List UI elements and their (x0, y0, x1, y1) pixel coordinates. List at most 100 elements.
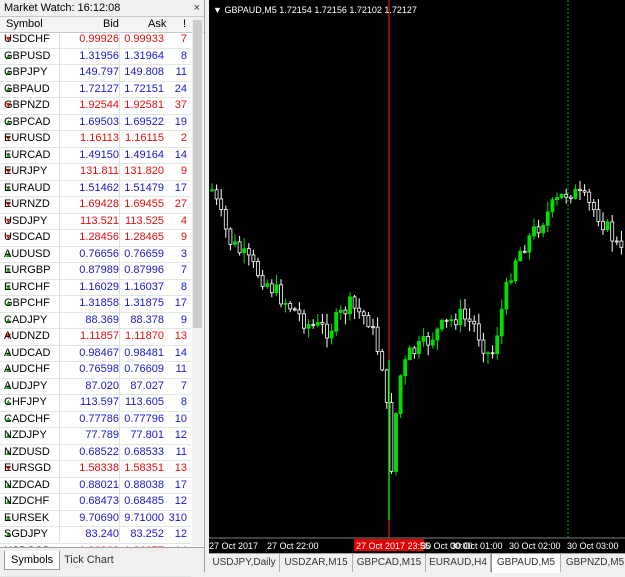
symbol-row[interactable]: ▲ AUDJPY 87.020 87.027 7 (0, 379, 191, 395)
symbol-row[interactable]: ▲ GBPCHF 1.31858 1.31875 17 (0, 296, 191, 313)
ask-price: 83.252 (130, 528, 164, 540)
candle-body (352, 296, 357, 309)
candlestick-chart[interactable]: 27 Oct 2017 27 Oct 22:00 27 Oct 2017 23:55… (209, 0, 625, 553)
symbol-row[interactable]: ▼ EURUSD 1.16113 1.16115 2 (0, 131, 191, 148)
candle-body (532, 226, 536, 237)
symbol-row[interactable]: ▲ NZDCHF 0.68473 0.68485 12 (0, 494, 191, 511)
symbol-row[interactable]: ▲ GBPAUD 1.72127 1.72151 24 (0, 82, 191, 98)
spread-value: 24 (174, 82, 187, 95)
ask-price: 1.31875 (124, 297, 164, 309)
spread-value: 17 (174, 181, 187, 194)
chart-tab[interactable]: GBPAUD,M5 (491, 554, 561, 573)
chart-tab[interactable]: GBPCAD,M15 (353, 554, 426, 572)
column-bid[interactable]: Bid (103, 17, 119, 32)
symbol-row[interactable]: ▲ SGDJPY 83.240 83.252 12 (0, 527, 191, 544)
spread-value: 13 (174, 462, 187, 474)
ask-price: 0.76609 (124, 363, 164, 375)
ask-price: 87.027 (130, 379, 164, 392)
spread-value: 11 (175, 66, 187, 78)
ask-price: 1.72151 (124, 82, 164, 95)
ask-price: 0.68533 (124, 445, 164, 458)
candle-body (233, 241, 237, 245)
symbol-row[interactable]: ▲ CADCHF 0.77786 0.77796 10 (0, 412, 191, 428)
symbol-name: EURAUD (4, 181, 51, 194)
symbol-row[interactable]: ▲ CHFJPY 113.597 113.605 8 (0, 395, 191, 412)
candle-body (440, 319, 444, 330)
column-symbol[interactable]: Symbol (6, 17, 43, 32)
time-label: 27 Oct 22:00 (267, 541, 319, 551)
candle-body (306, 324, 311, 329)
candle-body (518, 250, 523, 262)
candle-body (605, 221, 610, 231)
candle-body (536, 226, 541, 234)
chart-tab[interactable]: USDZAR,M15 (280, 554, 353, 572)
candle-body (219, 198, 224, 210)
spread-value: 310 (168, 511, 187, 524)
candle-body (555, 197, 559, 201)
symbol-row[interactable]: ▲ AUDCAD 0.98467 0.98481 14 (0, 346, 191, 362)
candle-body (504, 281, 509, 310)
chart-tab[interactable]: EURAUD,H4 (426, 554, 491, 572)
candle-body (394, 413, 398, 472)
symbol-row[interactable]: ▼ USDCHF 0.99926 0.99933 7 (0, 32, 191, 49)
candle-body (435, 328, 440, 341)
symbol-row[interactable]: ▼ EURJPY 131.811 131.820 9 (0, 164, 191, 181)
symbol-row[interactable]: ▲ CADJPY 88.369 88.378 9 (0, 313, 191, 329)
spread-value: 3 (180, 247, 187, 260)
scrollbar-thumb[interactable] (193, 20, 202, 328)
symbol-row[interactable]: ▲ EURSEK 9.70690 9.71000 310 (0, 511, 191, 527)
symbol-row[interactable]: ▲ AUDCHF 0.76598 0.76609 11 (0, 362, 191, 379)
symbol-row[interactable]: ▼ GBPNZD 1.92544 1.92581 37 (0, 98, 191, 115)
ask-price: 1.92581 (124, 99, 164, 111)
chart-tabs: USDJPY,Daily USDZAR,M15 GBPCAD,M15 EURAUD,H… (209, 553, 625, 573)
symbol-row[interactable]: ▲ EURCAD 1.49150 1.49164 14 (0, 148, 191, 164)
symbol-row[interactable]: ▼ AUDNZD 1.11857 1.11870 13 (0, 329, 191, 346)
bid-price: 0.68522 (79, 445, 119, 458)
symbol-row[interactable]: ▼ EURSGD 1.58338 1.58351 13 (0, 461, 191, 478)
column-ask[interactable]: Ask (148, 17, 166, 32)
symbol-row[interactable]: ▲ GBPCAD 1.69503 1.69522 19 (0, 115, 191, 131)
symbol-row[interactable]: ▼ USDCAD 1.28456 1.28465 9 (0, 230, 191, 247)
candle-body (412, 347, 417, 355)
symbol-row[interactable]: ▼ USDJPY 113.521 113.525 4 (0, 214, 191, 230)
symbol-row[interactable]: ▲ GBPUSD 1.31956 1.31964 8 (0, 49, 191, 65)
candle-body (568, 196, 573, 199)
candle-body (509, 280, 513, 283)
tab-tick-chart[interactable]: Tick Chart (58, 551, 120, 569)
price-chart[interactable]: 27 Oct 2017 27 Oct 22:00 27 Oct 2017 23:55… (209, 0, 625, 553)
ask-price: 0.99933 (124, 33, 164, 45)
symbol-row[interactable]: ▲ EURCHF 1.16029 1.16037 8 (0, 280, 191, 296)
symbol-row[interactable]: ▲ GBPJPY 149.797 149.808 11 (0, 65, 191, 82)
symbol-row[interactable]: ▲ NZDJPY 77.789 77.801 12 (0, 428, 191, 445)
symbol-row[interactable]: ▲ EURGBP 0.87989 0.87996 7 (0, 263, 191, 280)
spread-value: 37 (174, 99, 187, 111)
candle-body (292, 308, 297, 311)
symbol-row[interactable]: ▲ AUDUSD 0.76656 0.76659 3 (0, 247, 191, 263)
candle-body (614, 240, 619, 243)
ask-price: 131.820 (124, 165, 164, 177)
bid-price: 0.76656 (79, 247, 119, 260)
symbol-row[interactable]: ▼ EURNZD 1.69428 1.69455 27 (0, 197, 191, 214)
symbol-row[interactable]: ▲ NZDCAD 0.88021 0.88038 17 (0, 478, 191, 494)
scrollbar[interactable] (192, 18, 203, 546)
candle-body (242, 248, 247, 254)
tab-symbols[interactable]: Symbols (4, 551, 61, 570)
market-watch-header: Symbol Bid Ask ! (0, 17, 204, 33)
column-spread[interactable]: ! (183, 17, 186, 32)
symbol-name: GBPUSD (4, 49, 51, 62)
chart-tab[interactable]: GBPNZD,M5 (560, 554, 625, 572)
symbol-row[interactable]: ▲ NZDUSD 0.68522 0.68533 11 (0, 445, 191, 461)
chart-dropdown-icon[interactable]: ▼ (213, 5, 222, 15)
close-icon[interactable]: × (194, 0, 200, 16)
bid-price: 87.020 (85, 379, 119, 392)
time-label: 30 Oct 02:00 (509, 541, 561, 551)
ask-price: 1.11870 (125, 330, 164, 342)
candle-body (453, 319, 458, 326)
candle-body (591, 202, 596, 211)
time-label: 27 Oct 2017 (209, 541, 258, 551)
ask-price: 1.16037 (124, 280, 164, 293)
symbol-row[interactable]: ▲ EURAUD 1.51462 1.51479 17 (0, 181, 191, 197)
symbol-name: EURGBP (4, 264, 51, 276)
chart-tab[interactable]: USDJPY,Daily (209, 554, 280, 572)
chart-header-text: GBPAUD,M5 1.72154 1.72156 1.72102 1.7212… (224, 5, 417, 15)
